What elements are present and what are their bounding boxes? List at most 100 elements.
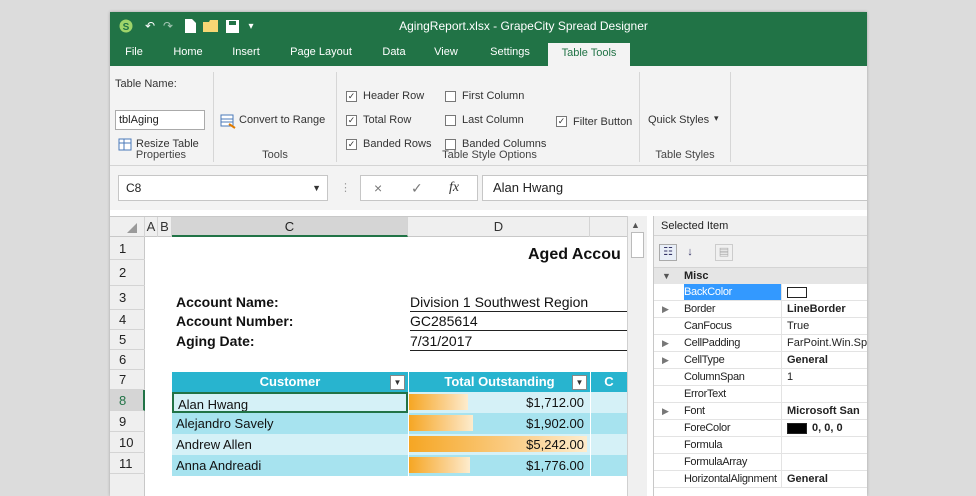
spreadsheet-grid[interactable]: A B C D 1 2 3 4 5 6 7 8 9 10 11 Aged Acc…: [110, 216, 627, 496]
quick-styles-dropdown-icon[interactable]: ▾: [714, 113, 719, 124]
property-value[interactable]: 0, 0, 0: [787, 420, 867, 436]
property-category-misc[interactable]: ▼ Misc: [654, 268, 867, 284]
select-all-corner[interactable]: [110, 217, 145, 237]
first-column-checkbox[interactable]: [445, 91, 456, 102]
column-header-d[interactable]: D: [408, 217, 590, 237]
total-cell[interactable]: $1,902.00: [409, 413, 590, 434]
filter-button-checkbox[interactable]: ✓: [556, 116, 567, 127]
tab-insert[interactable]: Insert: [224, 40, 268, 66]
next-column-cell[interactable]: [591, 392, 627, 413]
property-value[interactable]: FarPoint.Win.Sp: [787, 335, 867, 351]
property-row-cellpadding[interactable]: ▶ CellPadding FarPoint.Win.Sp: [654, 335, 867, 352]
name-box[interactable]: C8 ▼: [118, 175, 328, 201]
property-pages-icon[interactable]: ▤: [715, 244, 733, 261]
row-header[interactable]: 11: [110, 453, 145, 474]
property-value[interactable]: Microsoft San: [787, 403, 867, 419]
header-row-checkbox[interactable]: ✓: [346, 91, 357, 102]
row-header[interactable]: 2: [110, 260, 145, 286]
total-cell[interactable]: $1,776.00: [409, 455, 590, 476]
group-label-properties: Properties: [135, 149, 187, 161]
total-filter-dropdown-icon[interactable]: ▼: [572, 375, 587, 390]
row-header[interactable]: 3: [110, 286, 145, 310]
collapse-icon[interactable]: ▼: [662, 268, 671, 284]
property-value[interactable]: True: [787, 318, 867, 334]
property-row-border[interactable]: ▶ Border LineBorder: [654, 301, 867, 318]
row-header[interactable]: 8: [110, 390, 145, 411]
tab-settings[interactable]: Settings: [482, 40, 538, 66]
table-name-label: Table Name:: [115, 78, 177, 90]
last-column-checkbox[interactable]: [445, 115, 456, 126]
enter-icon[interactable]: ✓: [411, 180, 423, 197]
table-name-input[interactable]: [115, 110, 205, 130]
row-header[interactable]: 6: [110, 350, 145, 370]
tab-home[interactable]: Home: [166, 40, 210, 66]
property-panel-title: Selected Item: [654, 216, 867, 236]
row-header[interactable]: 5: [110, 330, 145, 350]
customer-filter-dropdown-icon[interactable]: ▼: [390, 375, 405, 390]
categorized-view-icon[interactable]: ☷: [659, 244, 677, 261]
header-row-label: Header Row: [363, 90, 425, 102]
customer-cell[interactable]: Alejandro Savely: [172, 413, 408, 434]
row-header[interactable]: 9: [110, 411, 145, 432]
tab-table-tools[interactable]: Table Tools: [548, 43, 630, 66]
property-value[interactable]: General: [787, 352, 867, 368]
expand-icon[interactable]: ▶: [662, 352, 669, 368]
group-label-tools: Tools: [262, 149, 288, 161]
property-row-formulaarray[interactable]: FormulaArray: [654, 454, 867, 471]
tab-view[interactable]: View: [426, 40, 466, 66]
color-swatch: [787, 422, 807, 434]
next-column-cell[interactable]: [591, 455, 627, 476]
next-column-cell[interactable]: [591, 434, 627, 455]
customer-cell[interactable]: Anna Andreadi: [172, 455, 408, 476]
expand-icon[interactable]: ▶: [662, 403, 669, 419]
title-bar: S ↶ ↷ ▾ AgingReport.xlsx - GrapeCity Spr…: [110, 12, 867, 40]
convert-to-range-button[interactable]: Convert to Range: [239, 114, 325, 126]
customer-cell-selected[interactable]: Alan Hwang: [172, 392, 408, 413]
row-header[interactable]: 7: [110, 370, 145, 390]
alphabetical-sort-icon[interactable]: ↓: [681, 244, 699, 261]
property-row-formula[interactable]: Formula: [654, 437, 867, 454]
property-value[interactable]: 1: [787, 369, 867, 385]
name-box-value: C8: [126, 181, 142, 195]
property-value[interactable]: [787, 454, 867, 470]
total-row-checkbox[interactable]: ✓: [346, 115, 357, 126]
tab-page-layout[interactable]: Page Layout: [284, 40, 358, 66]
next-column-cell[interactable]: [591, 413, 627, 434]
cancel-icon[interactable]: ×: [374, 180, 382, 196]
row-header-bar: 1 2 3 4 5 6 7 8 9 10 11: [110, 237, 145, 496]
total-cell[interactable]: $1,712.00: [409, 392, 590, 413]
property-value[interactable]: LineBorder: [787, 301, 867, 317]
property-value[interactable]: General: [787, 471, 867, 487]
property-row-canfocus[interactable]: CanFocus True: [654, 318, 867, 335]
tab-file[interactable]: File: [119, 40, 149, 66]
property-value[interactable]: [787, 386, 867, 402]
property-row-horizontalalignment[interactable]: HorizontalAlignment General: [654, 471, 867, 488]
property-row-font[interactable]: ▶ Font Microsoft San: [654, 403, 867, 420]
property-value[interactable]: [787, 437, 867, 453]
insert-function-icon[interactable]: fx: [449, 180, 459, 196]
property-row-celltype[interactable]: ▶ CellType General: [654, 352, 867, 369]
property-row-forecolor[interactable]: ForeColor 0, 0, 0: [654, 420, 867, 437]
property-row-errortext[interactable]: ErrorText: [654, 386, 867, 403]
customer-cell[interactable]: Andrew Allen: [172, 434, 408, 455]
property-value[interactable]: [787, 284, 867, 300]
property-row-backcolor[interactable]: BackColor: [654, 284, 867, 301]
total-cell[interactable]: $5,242.00: [409, 434, 590, 455]
expand-icon[interactable]: ▶: [662, 301, 669, 317]
tab-data[interactable]: Data: [375, 40, 413, 66]
formula-input[interactable]: Alan Hwang: [482, 175, 867, 201]
name-box-dropdown-icon[interactable]: ▼: [312, 176, 321, 200]
property-row-columnspan[interactable]: ColumnSpan 1: [654, 369, 867, 386]
scroll-thumb[interactable]: [631, 232, 644, 258]
scroll-up-icon[interactable]: ▲: [631, 220, 640, 230]
row-header[interactable]: 1: [110, 237, 145, 260]
quick-styles-button[interactable]: Quick Styles: [648, 114, 709, 126]
expand-icon[interactable]: ▶: [662, 335, 669, 351]
row-header[interactable]: 10: [110, 432, 145, 453]
row-header[interactable]: 4: [110, 310, 145, 330]
column-header-c[interactable]: C: [172, 217, 408, 237]
column-header-e[interactable]: [590, 217, 627, 237]
column-header-b[interactable]: B: [158, 217, 172, 237]
vertical-scrollbar[interactable]: ▲: [627, 216, 647, 496]
column-header-a[interactable]: A: [145, 217, 158, 237]
